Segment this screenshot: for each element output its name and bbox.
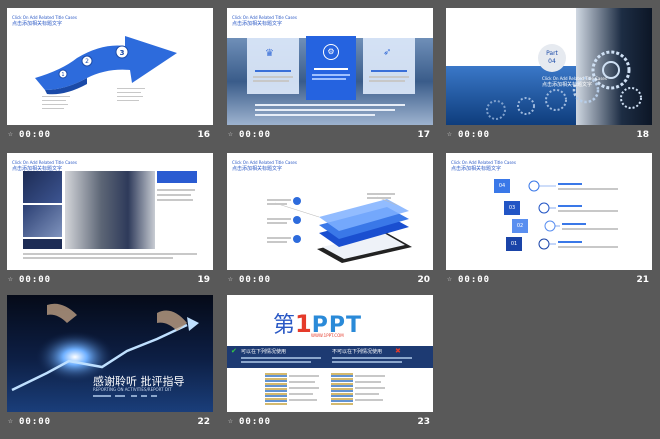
slide-number: 23	[417, 417, 430, 427]
star-icon[interactable]: ☆	[228, 129, 233, 138]
photo-tile	[23, 239, 62, 249]
slide-caption: ☆ 00:00 20	[227, 273, 433, 289]
slide-header: Click On Add Related Title Cases 点击添加相关标…	[542, 76, 607, 88]
slide-number: 21	[636, 275, 649, 285]
part-badge: Part 04	[538, 44, 566, 72]
slide-thumbnail-17[interactable]: Click On Add Related Title Cases 点击添加相关标…	[227, 8, 433, 146]
gear-icon: ⚙	[323, 44, 339, 60]
part-label: Part	[546, 50, 558, 57]
feature-box-active: ⚙	[306, 36, 356, 100]
slide-preview: Click On Add Related Title Cases 点击添加相关标…	[7, 8, 213, 125]
slide-preview: Click On Add Related Title Cases 点击添加相关标…	[446, 153, 652, 270]
allowed-uses-label: 可以在下列情况使用	[241, 349, 287, 355]
thanks-subtitle: REPORTING ON ACTIVITIES/REPORT DIT	[93, 387, 172, 392]
businessman-photo	[65, 171, 155, 249]
slide-preview: 第1PPT WWW.1PPT.COM ✔ 可以在下列情况使用 不可以在下列情况使…	[227, 295, 433, 412]
circle-label: 3	[120, 49, 125, 57]
photo-tile	[23, 205, 62, 237]
usage-icon-list	[331, 373, 353, 405]
slide-number: 18	[636, 130, 649, 140]
device-layers-graphic	[274, 196, 412, 263]
slide-thumbnail-21[interactable]: Click On Add Related Title Cases 点击添加相关标…	[446, 153, 652, 291]
slide-timing: 00:00	[239, 130, 272, 140]
star-icon[interactable]: ☆	[8, 129, 13, 138]
check-icon: ✔	[231, 347, 237, 355]
slide-preview: Click On Add Related Title Cases 点击添加相关标…	[227, 8, 433, 125]
part-number: 04	[548, 58, 556, 65]
slide-timing: 00:00	[239, 275, 272, 285]
logo-char: 第	[273, 313, 296, 338]
disallowed-uses-label: 不可以在下列情况使用	[332, 349, 383, 355]
slide-thumbnail-23[interactable]: 第1PPT WWW.1PPT.COM ✔ 可以在下列情况使用 不可以在下列情况使…	[227, 295, 433, 433]
slide-header: Click On Add Related Title Cases 点击添加相关标…	[232, 15, 297, 27]
slide-timing: 00:00	[458, 130, 491, 140]
slide-thumbnail-18[interactable]: Part 04 Click On Add Related Title Cases…	[446, 8, 652, 146]
slide-caption: ☆ 00:00 22	[7, 415, 213, 431]
slide-caption: ☆ 00:00 19	[7, 273, 213, 289]
rocket-icon: ➶	[383, 47, 392, 58]
feature-box: ♛	[247, 38, 299, 94]
slide-header-cn: 点击添加相关标题文字	[232, 21, 283, 27]
arrow-graphic: 1 2 3	[35, 36, 177, 109]
slide-thumbnail-19[interactable]: Click On Add Related Title Cases 点击添加相关标…	[7, 153, 213, 291]
slide-header-cn: 点击添加相关标题文字	[542, 82, 593, 88]
slide-number: 19	[197, 275, 210, 285]
feature-box: ➶	[363, 38, 415, 94]
star-icon[interactable]: ☆	[447, 274, 452, 283]
slide-thumbnail-16[interactable]: Click On Add Related Title Cases 点击添加相关标…	[7, 8, 213, 146]
slide-thumbnail-20[interactable]: Click On Add Related Title Cases 点击添加相关标…	[227, 153, 433, 291]
slide-number: 17	[417, 130, 430, 140]
slide-timing: 00:00	[458, 275, 491, 285]
text-lines	[255, 104, 405, 120]
star-icon[interactable]: ☆	[8, 416, 13, 425]
logo-number: 1	[295, 310, 312, 338]
star-icon[interactable]: ☆	[8, 274, 13, 283]
slide-number: 20	[417, 275, 430, 285]
slide-caption: ☆ 00:00 23	[227, 415, 433, 431]
usage-bar: ✔ 可以在下列情况使用 不可以在下列情况使用 ✖	[227, 346, 433, 368]
star-icon[interactable]: ☆	[228, 416, 233, 425]
slide-caption: ☆ 00:00 17	[227, 128, 433, 144]
slide-preview: Part 04 Click On Add Related Title Cases…	[446, 8, 652, 125]
slide-timing: 00:00	[19, 130, 52, 140]
slide-preview: Click On Add Related Title Cases 点击添加相关标…	[7, 153, 213, 270]
slide-timing: 00:00	[239, 417, 272, 427]
photo-tile	[23, 171, 62, 203]
slide-timing: 00:00	[19, 417, 52, 427]
slide-preview: Click On Add Related Title Cases 点击添加相关标…	[227, 153, 433, 270]
slide-preview: 感谢聆听 批评指导 REPORTING ON ACTIVITIES/REPORT…	[7, 295, 213, 412]
slide-number: 22	[197, 417, 210, 427]
star-icon[interactable]: ☆	[228, 274, 233, 283]
circle-label: 2	[85, 58, 89, 65]
step-connectors	[528, 180, 560, 250]
title-bar	[157, 171, 197, 183]
slide-timing: 00:00	[19, 275, 52, 285]
usage-icon-list	[265, 373, 287, 405]
slide-caption: ☆ 00:00 21	[446, 273, 652, 289]
circle-label: 1	[61, 72, 64, 78]
logo-url: WWW.1PPT.COM	[311, 333, 344, 338]
star-icon[interactable]: ☆	[447, 129, 452, 138]
slide-thumbnail-22[interactable]: 感谢聆听 批评指导 REPORTING ON ACTIVITIES/REPORT…	[7, 295, 213, 433]
slide-caption: ☆ 00:00 16	[7, 128, 213, 144]
cross-icon: ✖	[395, 347, 401, 355]
trophy-icon: ♛	[265, 48, 274, 59]
slide-number: 16	[197, 130, 210, 140]
slide-caption: ☆ 00:00 18	[446, 128, 652, 144]
